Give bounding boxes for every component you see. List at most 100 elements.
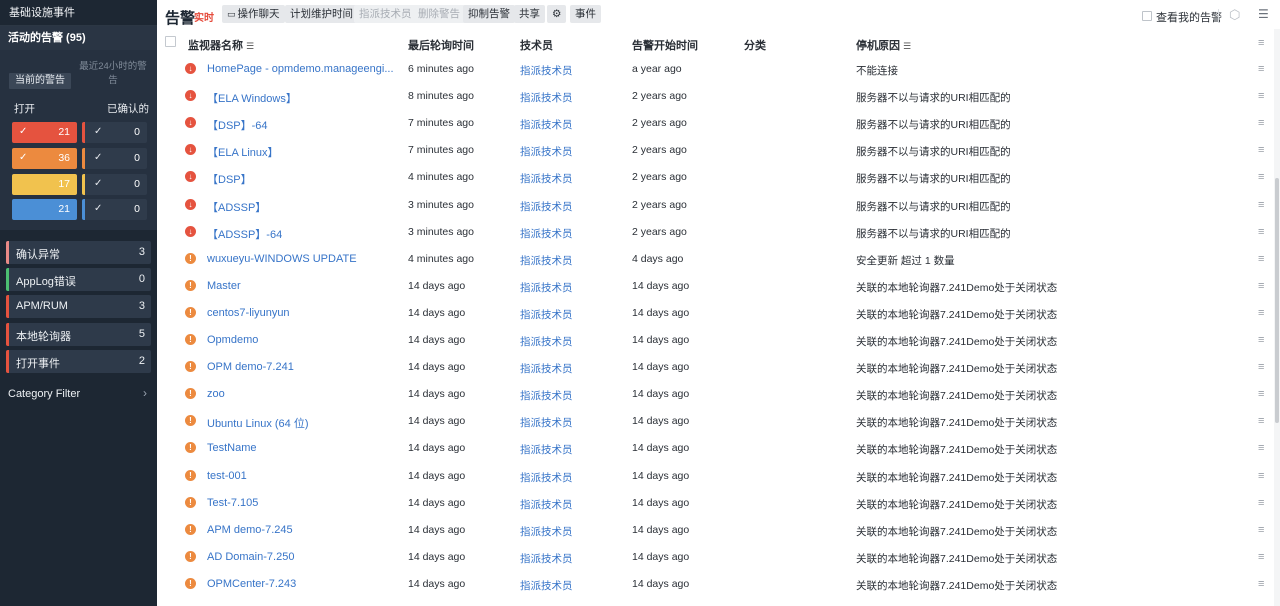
col-last-poll[interactable]: 最后轮询时间	[408, 37, 474, 53]
monitor-name-link[interactable]: 【ADSSP】-64	[207, 226, 282, 242]
menu-icon[interactable]: ≡	[1258, 37, 1264, 49]
table-row[interactable]: !AD Domain-7.25014 days ago指派技术员14 days …	[157, 544, 1273, 571]
row-menu-icon[interactable]: ≡	[1258, 388, 1264, 400]
severity-ack-2[interactable]: ✓0	[82, 174, 147, 195]
row-menu-icon[interactable]: ≡	[1258, 415, 1264, 427]
row-menu-icon[interactable]: ≡	[1258, 524, 1264, 536]
row-menu-icon[interactable]: ≡	[1258, 171, 1264, 183]
tab-last-24h[interactable]: 最近24小时的警告	[78, 60, 148, 88]
schedule-maintenance-button[interactable]: 计划维护时间	[285, 5, 358, 23]
settings-button[interactable]: ⚙	[547, 5, 566, 23]
table-row[interactable]: ↓【DSP】4 minutes ago指派技术员2 years ago服务器不以…	[157, 164, 1273, 191]
category-item[interactable]: APM/RUM3	[6, 295, 151, 318]
col-monitor-name[interactable]: 监视器名称☰	[188, 37, 254, 53]
category-item[interactable]: AppLog错误0	[6, 268, 151, 291]
row-menu-icon[interactable]: ≡	[1258, 470, 1264, 482]
sort-icon[interactable]: ☰	[246, 41, 254, 51]
row-menu-icon[interactable]: ≡	[1258, 307, 1264, 319]
monitor-name-link[interactable]: 【DSP】	[207, 171, 252, 187]
monitor-name-link[interactable]: APM demo-7.245	[207, 524, 293, 536]
monitor-name-link[interactable]: TestName	[207, 442, 257, 454]
chevron-right-icon[interactable]: ›	[143, 386, 147, 400]
assign-technician-link[interactable]: 指派技术员	[520, 578, 573, 593]
assign-technician-link[interactable]: 指派技术员	[520, 442, 573, 457]
row-menu-icon[interactable]: ≡	[1258, 253, 1264, 265]
assign-technician-link[interactable]: 指派技术员	[520, 551, 573, 566]
assign-technician-button[interactable]: 指派技术员	[354, 5, 417, 23]
table-row[interactable]: ↓【ELA Linux】7 minutes ago指派技术员2 years ag…	[157, 137, 1273, 164]
monitor-name-link[interactable]: wuxueyu-WINDOWS UPDATE	[207, 253, 357, 265]
export-icon[interactable]: ⬡	[1229, 7, 1240, 23]
assign-technician-link[interactable]: 指派技术员	[520, 497, 573, 512]
row-menu-icon[interactable]: ≡	[1258, 497, 1264, 509]
table-row[interactable]: ↓HomePage - opmdemo.manageengi...6 minut…	[157, 56, 1273, 83]
category-filter[interactable]: Category Filter	[8, 388, 80, 400]
severity-ack-3[interactable]: ✓0	[82, 199, 147, 220]
assign-technician-link[interactable]: 指派技术员	[520, 415, 573, 430]
monitor-name-link[interactable]: test-001	[207, 470, 247, 482]
assign-technician-link[interactable]: 指派技术员	[520, 117, 573, 132]
table-row[interactable]: !zoo14 days ago指派技术员14 days ago关联的本地轮询器7…	[157, 381, 1273, 408]
row-menu-icon[interactable]: ≡	[1258, 199, 1264, 211]
assign-technician-link[interactable]: 指派技术员	[520, 63, 573, 78]
row-menu-icon[interactable]: ≡	[1258, 442, 1264, 454]
table-row[interactable]: !Ubuntu Linux (64 位)14 days ago指派技术员14 d…	[157, 408, 1273, 435]
assign-technician-link[interactable]: 指派技术员	[520, 171, 573, 186]
monitor-name-link[interactable]: Ubuntu Linux (64 位)	[207, 415, 309, 431]
table-row[interactable]: !Opmdemo14 days ago指派技术员14 days ago关联的本地…	[157, 327, 1273, 354]
table-row[interactable]: ↓【ELA Windows】8 minutes ago指派技术员2 years …	[157, 83, 1273, 110]
monitor-name-link[interactable]: centos7-liyunyun	[207, 307, 290, 319]
row-menu-icon[interactable]: ≡	[1258, 361, 1264, 373]
assign-technician-link[interactable]: 指派技术员	[520, 524, 573, 539]
assign-technician-link[interactable]: 指派技术员	[520, 226, 573, 241]
row-menu-icon[interactable]: ≡	[1258, 551, 1264, 563]
columns-icon[interactable]: ☰	[1258, 7, 1269, 21]
monitor-name-link[interactable]: 【ELA Windows】	[207, 90, 297, 106]
monitor-name-link[interactable]: zoo	[207, 388, 225, 400]
assign-technician-link[interactable]: 指派技术员	[520, 144, 573, 159]
table-row[interactable]: !Test-7.10514 days ago指派技术员14 days ago关联…	[157, 490, 1273, 517]
row-menu-icon[interactable]: ≡	[1258, 578, 1264, 590]
monitor-name-link[interactable]: Opmdemo	[207, 334, 258, 346]
delete-alarm-button[interactable]: 删除警告	[413, 5, 465, 23]
assign-technician-link[interactable]: 指派技术员	[520, 307, 573, 322]
table-row[interactable]: !test-00114 days ago指派技术员14 days ago关联的本…	[157, 463, 1273, 490]
severity-open-3[interactable]: 21	[12, 199, 77, 220]
col-technician[interactable]: 技术员	[520, 37, 553, 53]
my-alarms-checkbox[interactable]	[1142, 11, 1152, 21]
assign-technician-link[interactable]: 指派技术员	[520, 470, 573, 485]
assign-technician-link[interactable]: 指派技术员	[520, 334, 573, 349]
share-button[interactable]: 共享	[514, 5, 545, 23]
monitor-name-link[interactable]: 【ADSSP】	[207, 199, 266, 215]
table-row[interactable]: !OPMCenter-7.24314 days ago指派技术员14 days …	[157, 571, 1273, 598]
table-row[interactable]: !wuxueyu-WINDOWS UPDATE4 minutes ago指派技术…	[157, 246, 1273, 273]
severity-open-0[interactable]: ✓21	[12, 122, 77, 143]
col-start-time[interactable]: 告警开始时间	[632, 37, 698, 53]
sort-icon[interactable]: ☰	[903, 41, 911, 51]
severity-open-2[interactable]: 17	[12, 174, 77, 195]
assign-technician-link[interactable]: 指派技术员	[520, 90, 573, 105]
table-row[interactable]: !Master14 days ago指派技术员14 days ago关联的本地轮…	[157, 273, 1273, 300]
tab-current-alarms[interactable]: 当前的警告	[9, 73, 71, 89]
severity-ack-0[interactable]: ✓0	[82, 122, 147, 143]
table-row[interactable]: !centos7-liyunyun14 days ago指派技术员14 days…	[157, 300, 1273, 327]
row-menu-icon[interactable]: ≡	[1258, 226, 1264, 238]
row-menu-icon[interactable]: ≡	[1258, 117, 1264, 129]
event-button[interactable]: 事件	[570, 5, 601, 23]
row-menu-icon[interactable]: ≡	[1258, 280, 1264, 292]
category-item[interactable]: 打开事件2	[6, 350, 151, 373]
col-reason[interactable]: 停机原因☰	[856, 37, 911, 53]
suppress-alarm-button[interactable]: 抑制告警	[463, 5, 515, 23]
monitor-name-link[interactable]: 【DSP】-64	[207, 117, 268, 133]
category-item[interactable]: 确认异常3	[6, 241, 151, 264]
row-menu-icon[interactable]: ≡	[1258, 90, 1264, 102]
table-row[interactable]: ↓【ADSSP】3 minutes ago指派技术员2 years ago服务器…	[157, 192, 1273, 219]
table-row[interactable]: ↓【ADSSP】-643 minutes ago指派技术员2 years ago…	[157, 219, 1273, 246]
assign-technician-link[interactable]: 指派技术员	[520, 253, 573, 268]
assign-technician-link[interactable]: 指派技术员	[520, 361, 573, 376]
monitor-name-link[interactable]: 【ELA Linux】	[207, 144, 279, 160]
assign-technician-link[interactable]: 指派技术员	[520, 199, 573, 214]
col-category[interactable]: 分类	[744, 37, 766, 53]
table-row[interactable]: ↓【DSP】-647 minutes ago指派技术员2 years ago服务…	[157, 110, 1273, 137]
active-alarms-header[interactable]: 活动的告警 (95)	[0, 26, 157, 50]
